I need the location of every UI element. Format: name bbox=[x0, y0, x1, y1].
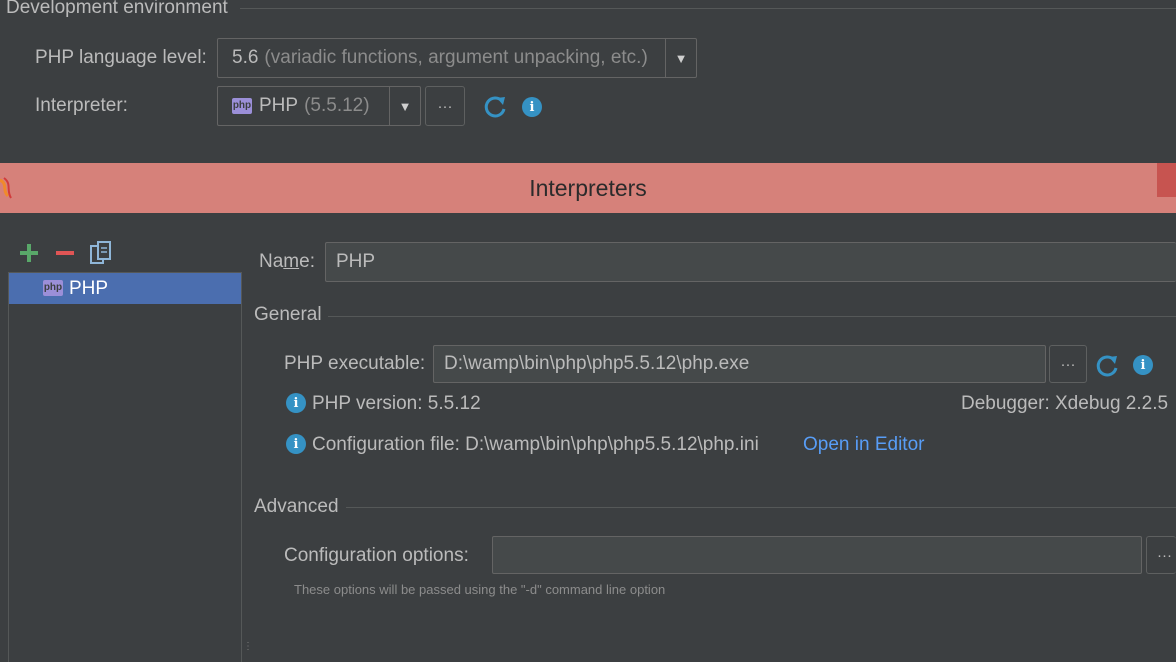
dev-env-section-title: Development environment bbox=[6, 0, 228, 18]
interpreter-browse-button[interactable]: ··· bbox=[425, 86, 465, 126]
interpreter-list[interactable]: php PHP bbox=[8, 272, 242, 662]
dialog-title: Interpreters bbox=[529, 174, 647, 201]
general-section-title: General bbox=[254, 304, 322, 325]
php-language-level-label: PHP language level: bbox=[35, 47, 207, 68]
name-input[interactable]: PHP bbox=[325, 242, 1176, 282]
chevron-down-icon[interactable]: ▼ bbox=[389, 87, 420, 125]
interpreter-select[interactable]: php PHP (5.5.12) ▼ bbox=[217, 86, 421, 126]
php-version-text: PHP version: 5.5.12 bbox=[312, 393, 481, 414]
close-button[interactable] bbox=[1157, 163, 1176, 197]
php-executable-browse-button[interactable]: ··· bbox=[1049, 345, 1087, 383]
app-logo-icon bbox=[0, 177, 12, 199]
config-options-browse-button[interactable]: ··· bbox=[1146, 536, 1176, 574]
interpreter-value: PHP bbox=[259, 95, 299, 116]
interpreter-label: Interpreter: bbox=[35, 95, 128, 116]
debugger-text: Debugger: Xdebug 2.2.5 bbox=[961, 393, 1169, 414]
config-options-label: Configuration options: bbox=[284, 545, 469, 566]
chevron-down-icon[interactable]: ▼ bbox=[665, 39, 696, 77]
copy-icon[interactable] bbox=[90, 241, 112, 265]
php-icon: php bbox=[232, 98, 252, 114]
php-icon: php bbox=[43, 280, 63, 296]
php-executable-input[interactable]: D:\wamp\bin\php\php5.5.12\php.exe bbox=[433, 345, 1046, 383]
php-executable-label: PHP executable: bbox=[284, 353, 426, 374]
dev-env-separator bbox=[240, 8, 1176, 9]
add-icon[interactable] bbox=[19, 243, 39, 263]
list-item-label: PHP bbox=[69, 277, 109, 299]
refresh-icon[interactable] bbox=[483, 95, 507, 119]
info-icon: i bbox=[286, 393, 306, 413]
dialog-title-bar[interactable]: Interpreters bbox=[0, 163, 1176, 213]
splitter-handle[interactable]: ⋮ bbox=[243, 642, 253, 662]
php-language-level-value: 5.6 bbox=[232, 47, 259, 68]
open-in-editor-link[interactable]: Open in Editor bbox=[803, 434, 924, 456]
info-icon[interactable]: i bbox=[1133, 355, 1153, 375]
advanced-separator bbox=[346, 507, 1176, 508]
config-options-input[interactable] bbox=[492, 536, 1142, 574]
name-label: Name: bbox=[259, 251, 315, 272]
general-separator bbox=[328, 316, 1176, 317]
interpreter-version: (5.5.12) bbox=[304, 95, 370, 116]
php-language-level-select[interactable]: 5.6 (variadic functions, argument unpack… bbox=[217, 38, 697, 78]
info-icon[interactable]: i bbox=[522, 97, 542, 117]
remove-icon[interactable] bbox=[55, 243, 75, 263]
config-options-hint: These options will be passed using the "… bbox=[294, 582, 666, 597]
refresh-icon[interactable] bbox=[1095, 354, 1119, 378]
info-icon: i bbox=[286, 434, 306, 454]
advanced-section-title: Advanced bbox=[254, 496, 339, 517]
php-language-level-hint: (variadic functions, argument unpacking,… bbox=[264, 47, 648, 68]
config-file-text: Configuration file: D:\wamp\bin\php\php5… bbox=[312, 434, 759, 455]
list-item[interactable]: php PHP bbox=[9, 273, 241, 304]
